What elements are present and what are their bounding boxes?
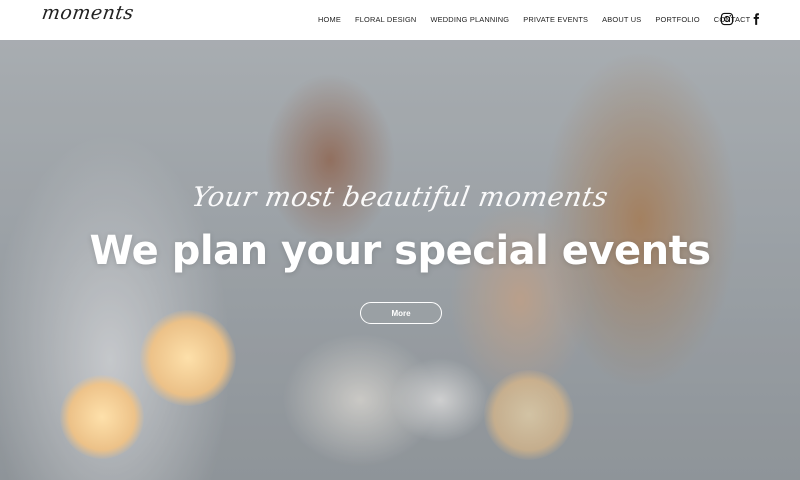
main-nav: HOME FLORAL DESIGN WEDDING PLANNING PRIV…	[318, 15, 750, 24]
bokeh-light	[484, 370, 574, 460]
more-button[interactable]: More	[360, 302, 442, 324]
site-logo[interactable]: moments	[40, 2, 135, 24]
nav-item-about-us[interactable]: ABOUT US	[602, 15, 641, 24]
nav-item-wedding-planning[interactable]: WEDDING PLANNING	[430, 15, 509, 24]
nav-item-home[interactable]: HOME	[318, 15, 341, 24]
bokeh-light	[60, 375, 144, 459]
nav-item-floral-design[interactable]: FLORAL DESIGN	[355, 15, 416, 24]
facebook-icon[interactable]	[749, 12, 763, 26]
bokeh-light	[140, 310, 236, 406]
hero-section: Your most beautiful moments We plan your…	[0, 40, 800, 480]
instagram-icon[interactable]	[720, 12, 734, 26]
nav-item-private-events[interactable]: PRIVATE EVENTS	[523, 15, 588, 24]
nav-item-portfolio[interactable]: PORTFOLIO	[655, 15, 699, 24]
instagram-glyph	[720, 12, 734, 26]
facebook-glyph	[753, 13, 760, 25]
hero-tagline: Your most beautiful moments	[189, 182, 611, 213]
hero-headline: We plan your special events	[89, 228, 711, 274]
site-header: moments HOME FLORAL DESIGN WEDDING PLANN…	[0, 0, 800, 40]
